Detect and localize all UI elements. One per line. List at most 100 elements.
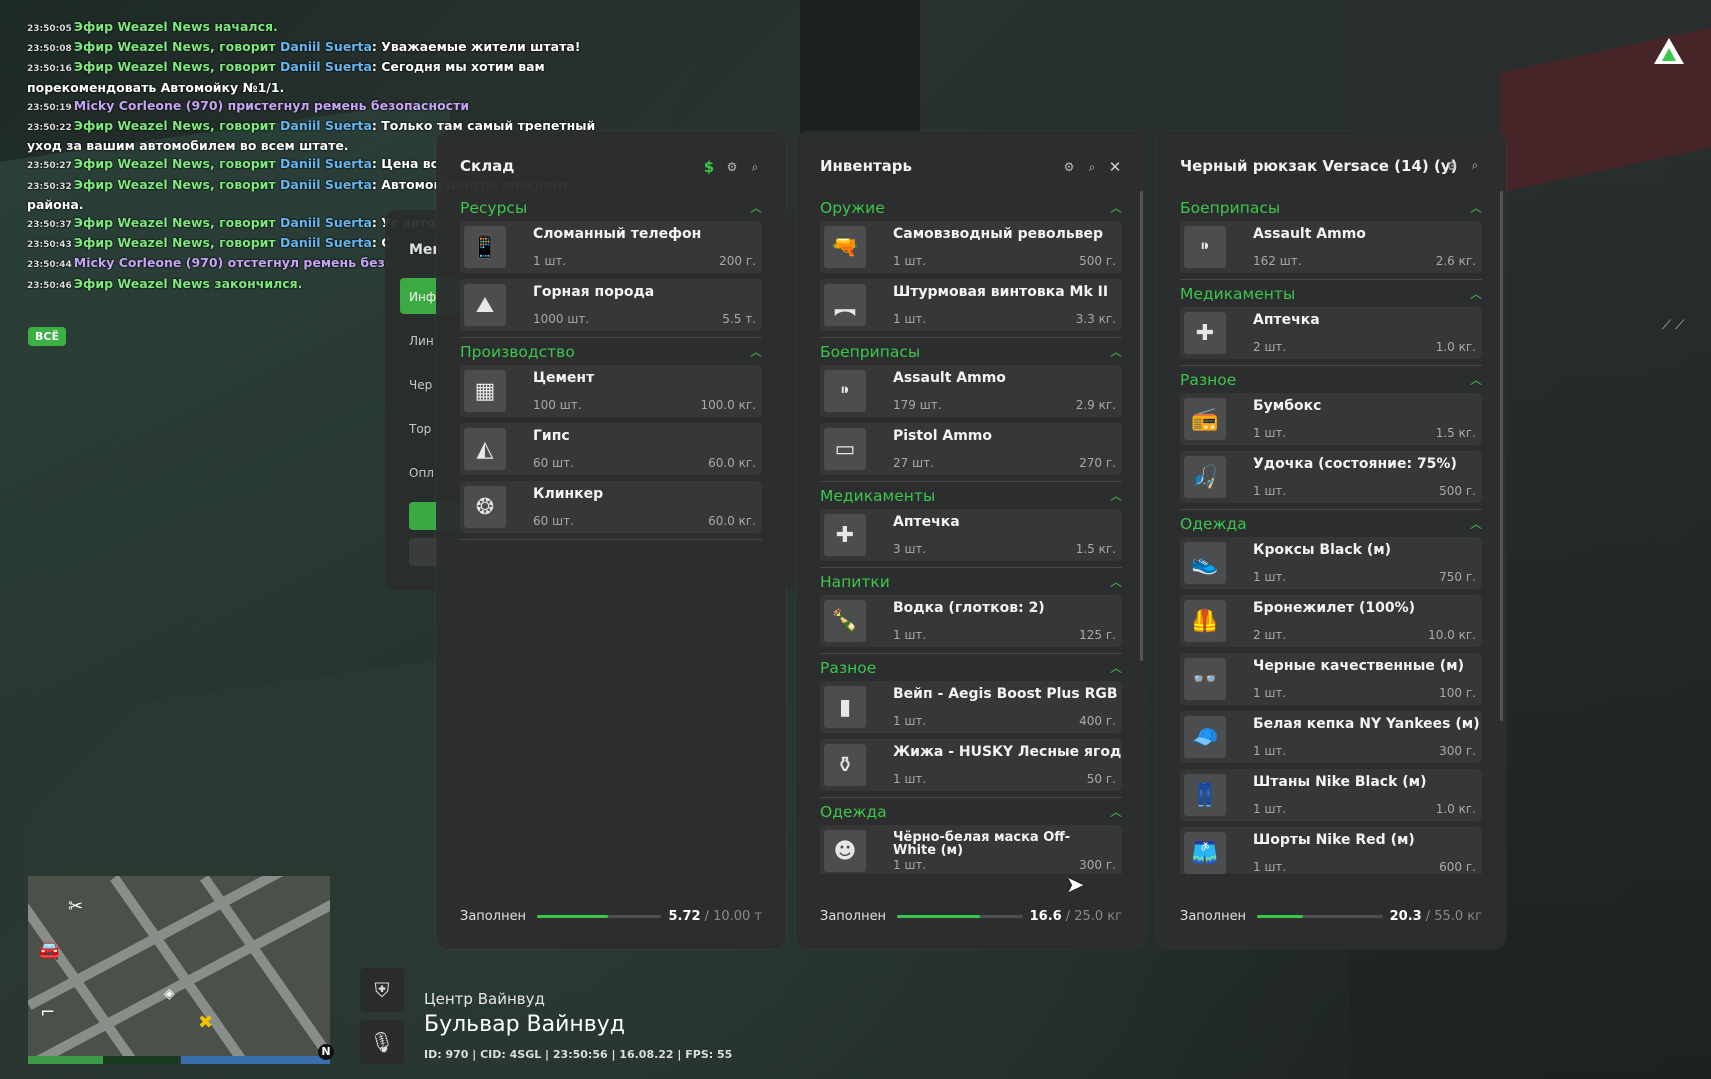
chevron-up-icon[interactable]: ︿ xyxy=(1470,199,1482,216)
item-weight: 200 г. xyxy=(719,254,756,268)
inventory-item[interactable]: ⁍ Assault Ammo 179 шт. 2.9 кг. xyxy=(820,365,1122,417)
category-header[interactable]: Боеприпасы ︿ xyxy=(820,338,1122,365)
gear-icon[interactable]: ⚙ xyxy=(1062,160,1076,174)
inventory-item[interactable]: 🩳 Шорты Nike Red (м) 1 шт. 600 г. xyxy=(1180,827,1482,874)
item-icon: ✚ xyxy=(824,514,866,556)
chevron-up-icon[interactable]: ︿ xyxy=(1470,515,1482,532)
chat-line: 23:50:19 Micky Corleone (970) пристегнул … xyxy=(27,97,607,117)
chat-timestamp: 23:50:37 xyxy=(27,220,72,231)
category-header[interactable]: Производство ︿ xyxy=(460,338,762,365)
capacity-fill xyxy=(897,914,981,918)
inventory-item[interactable]: 🧢 Белая кепка NY Yankees (м) 1 шт. 300 г. xyxy=(1180,711,1482,763)
menu-item[interactable]: Опл xyxy=(409,466,434,480)
inventory-item[interactable]: ✚ Аптечка 3 шт. 1.5 кг. xyxy=(820,509,1122,561)
item-icon: ◭ xyxy=(464,428,506,470)
chevron-up-icon[interactable]: ︿ xyxy=(1470,371,1482,388)
category-header[interactable]: Разное ︿ xyxy=(1180,366,1482,393)
item-icon: 📻 xyxy=(1184,398,1226,440)
category-header[interactable]: Напитки ︿ xyxy=(820,568,1122,595)
chevron-up-icon[interactable]: ︿ xyxy=(1110,659,1122,676)
category-header[interactable]: Боеприпасы ︿ xyxy=(1180,194,1482,221)
inventory-item[interactable]: 📱 Сломанный телефон 1 шт. 200 г. xyxy=(460,221,762,273)
category-header[interactable]: Медикаменты ︿ xyxy=(820,482,1122,509)
item-icon: ▦ xyxy=(464,370,506,412)
capacity-footer: Заполнен 20.3 / 55.0 кг xyxy=(1180,908,1482,924)
capacity-label: Заполнен xyxy=(460,908,527,924)
chevron-up-icon[interactable]: ︿ xyxy=(1470,285,1482,302)
inventory-item[interactable]: ❂ Клинкер 60 шт. 60.0 кг. xyxy=(460,481,762,533)
inventory-item[interactable]: 🎣 Удочка (состояние: 75%) 1 шт. 500 г. xyxy=(1180,451,1482,503)
chat-source: Micky Corleone (970) пристегнул ремень б… xyxy=(73,97,470,113)
menu-item[interactable]: Тор xyxy=(409,422,431,436)
chat-timestamp: 23:50:05 xyxy=(27,24,72,34)
category-header[interactable]: Одежда ︿ xyxy=(1180,510,1482,537)
item-name: Вейп - Aegis Boost Plus RGB xyxy=(893,686,1118,702)
chevron-up-icon[interactable]: ︿ xyxy=(1110,487,1122,504)
inventory-item[interactable]: 🍾 Водка (глотков: 2) 1 шт. 125 г. xyxy=(820,595,1122,647)
inventory-item[interactable]: ⁍ Assault Ammo 162 шт. 2.6 кг. xyxy=(1180,221,1482,273)
chat-source: Эфир Weazel News, говорит xyxy=(73,59,281,75)
search-icon[interactable]: ⌕ xyxy=(748,160,762,175)
inventory-item[interactable]: 🦺 Бронежилет (100%) 2 шт. 10.0 кг. xyxy=(1180,595,1482,647)
health-fill xyxy=(28,1056,103,1064)
chevron-up-icon[interactable]: ︿ xyxy=(1110,803,1122,820)
chat-line: 23:50:16 Эфир Weazel News, говорит Daniil… xyxy=(27,58,607,96)
item-quantity: 1 шт. xyxy=(1253,570,1287,584)
inventory-item[interactable]: ☻ Чёрно-белая маска Off-White (м) 1 шт. 300… xyxy=(820,825,1122,874)
armor-fill xyxy=(181,1056,330,1064)
chat-speaker: Daniil Suerta xyxy=(280,59,372,75)
menu-item[interactable]: Инф xyxy=(409,290,436,304)
chat-timestamp: 23:50:44 xyxy=(27,260,72,271)
category-header[interactable]: Разное ︿ xyxy=(820,654,1122,681)
chat-speaker: Daniil Suerta xyxy=(280,39,372,55)
menu-item[interactable]: Лин xyxy=(409,334,434,348)
item-name: Горная порода xyxy=(533,284,655,300)
inventory-item[interactable]: ⚱ Жижа - HUSKY Лесные ягоды 1 шт. 50 г. xyxy=(820,739,1122,791)
inventory-item[interactable]: 📻 Бумбокс 1 шт. 1.5 кг. xyxy=(1180,393,1482,445)
close-icon[interactable]: ✕ xyxy=(1108,158,1122,176)
item-quantity: 1 шт. xyxy=(1253,426,1287,440)
inventory-item[interactable]: ✚ Аптечка 2 шт. 1.0 кг. xyxy=(1180,307,1482,359)
chevron-up-icon[interactable]: ︿ xyxy=(750,199,762,216)
gear-icon[interactable]: ⚙ xyxy=(725,160,739,174)
item-name: Клинкер xyxy=(533,486,604,502)
inventory-item[interactable]: 👖 Штаны Nike Black (м) 1 шт. 1.0 кг. xyxy=(1180,769,1482,821)
inventory-item[interactable]: ◭ Гипс 60 шт. 60.0 кг. xyxy=(460,423,762,475)
chat-timestamp: 23:50:27 xyxy=(27,161,72,172)
chevron-up-icon[interactable]: ︿ xyxy=(750,343,762,360)
search-icon[interactable]: ⌕ xyxy=(1468,158,1482,173)
inventory-item[interactable]: 👟 Кроксы Black (м) 1 шт. 750 г. xyxy=(1180,537,1482,589)
north-indicator: N xyxy=(318,1044,334,1060)
category-header[interactable]: Ресурсы ︿ xyxy=(460,194,762,221)
inventory-item[interactable]: ▮ Вейп - Aegis Boost Plus RGB 1 шт. 400 г. xyxy=(820,681,1122,733)
chat-all-button[interactable]: ВСЁ xyxy=(28,327,66,346)
item-quantity: 162 шт. xyxy=(1253,254,1302,268)
category-header[interactable]: Медикаменты ︿ xyxy=(1180,280,1482,307)
inventory-item[interactable]: 👓 Черные качественные (м) 1 шт. 100 г. xyxy=(1180,653,1482,705)
item-quantity: 60 шт. xyxy=(533,456,574,470)
scrollbar[interactable] xyxy=(1140,191,1143,661)
category-header[interactable]: Одежда ︿ xyxy=(820,798,1122,825)
chevron-up-icon[interactable]: ︿ xyxy=(1110,573,1122,590)
gear-icon[interactable]: ⚙ xyxy=(1445,159,1459,173)
street-name: Бульвар Вайнвуд xyxy=(424,1012,625,1037)
inventory-item[interactable]: ⛰ Горная порода 1000 шт. 5.5 т. xyxy=(460,279,762,331)
shield-icon[interactable]: ⛨ xyxy=(360,968,404,1012)
chevron-up-icon[interactable]: ︿ xyxy=(1110,343,1122,360)
scrollbar[interactable] xyxy=(1500,191,1503,721)
inventory-item[interactable]: ▭ Pistol Ammo 27 шт. 270 г. xyxy=(820,423,1122,475)
capacity-bar xyxy=(897,914,1023,918)
inventory-panel: Инвентарь ⚙ ⌕ ✕ Оружие ︿ 🔫 Самовзводный рев… xyxy=(796,131,1146,949)
inventory-item[interactable]: ︻ Штурмовая винтовка Mk II 1 шт. 3.3 кг. xyxy=(820,279,1122,331)
menu-item[interactable]: Чер xyxy=(409,378,432,392)
background-pillar xyxy=(800,0,920,140)
item-quantity: 1 шт. xyxy=(1253,744,1287,758)
inventory-item[interactable]: 🔫 Самовзводный револьвер 1 шт. 500 г. xyxy=(820,221,1122,273)
search-icon[interactable]: ⌕ xyxy=(1085,160,1099,175)
inventory-item[interactable]: ▦ Цемент 100 шт. 100.0 кг. xyxy=(460,365,762,417)
category-header[interactable]: Оружие ︿ xyxy=(820,194,1122,221)
dollar-icon[interactable]: $ xyxy=(702,158,716,176)
category-name: Одежда xyxy=(820,802,887,821)
chevron-up-icon[interactable]: ︿ xyxy=(1110,199,1122,216)
microphone-icon[interactable]: 🎙 xyxy=(360,1020,404,1064)
